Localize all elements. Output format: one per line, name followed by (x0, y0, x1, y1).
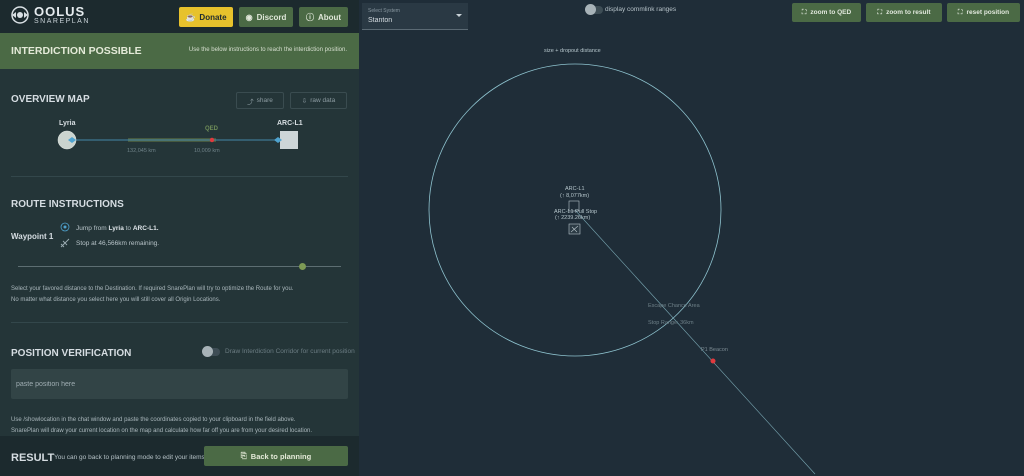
share-icon: ⤴ (247, 98, 254, 106)
pull-stop-dist: (↑ 2239.26km) (555, 215, 591, 221)
map-view[interactable]: size + dropout distance ARC-L1 (↑ 8,077k… (359, 0, 1024, 476)
commlink-toggle[interactable] (585, 4, 603, 15)
reset-label: reset position (966, 9, 1010, 16)
top-bar: OOLUS SNAREPLAN ☕ Donate ◉ Discord ⓘ Abo… (0, 0, 359, 33)
zoom-qed-button[interactable]: ⛶ zoom to QED (792, 3, 861, 22)
route-help-1: Select your favored distance to the Dest… (11, 286, 294, 292)
waypoint-label: Waypoint 1 (11, 232, 54, 241)
expand-icon: ⛶ (877, 8, 883, 16)
divider (11, 176, 348, 177)
select-value: Stanton (368, 17, 393, 24)
distance-slider[interactable] (18, 263, 341, 270)
app-root: OOLUS SNAREPLAN ☕ Donate ◉ Discord ⓘ Abo… (0, 0, 1024, 476)
toggle-knob (585, 4, 596, 15)
corridor-toggle-label: Draw Interdiction Corridor for current p… (225, 348, 355, 355)
back-icon: ⎘ (240, 451, 247, 460)
result-bar: RESULT You can go back to planning mode … (0, 436, 359, 476)
overview-title: OVERVIEW MAP (11, 94, 90, 105)
arc-dist-label: (↑ 8,077km) (560, 193, 590, 199)
jump-from: Lyria (108, 225, 124, 232)
result-note: You can go back to planning mode to edit… (54, 454, 207, 461)
jump-to: ARC-L1. (132, 225, 159, 232)
circle-label: size + dropout distance (544, 48, 601, 54)
share-button[interactable]: ⤴ share (236, 92, 284, 109)
raw-data-button[interactable]: ⇩ raw data (290, 92, 347, 109)
beacon-point (710, 358, 716, 364)
zoom-result-label: zoom to result (886, 9, 931, 16)
toggle-knob (202, 346, 213, 357)
route-help-2: No matter what distance you select here … (11, 297, 221, 303)
slider-handle[interactable] (298, 263, 306, 270)
distance-right: 10,009 km (194, 148, 220, 154)
discord-label: Discord (256, 12, 287, 22)
coffee-icon: ☕ (185, 12, 196, 22)
expand-icon: ⛶ (801, 8, 807, 16)
corridor-toggle[interactable] (202, 346, 220, 357)
back-label: Back to planning (250, 451, 312, 461)
beacon-label: P1 Beacon (701, 347, 728, 353)
system-select[interactable]: Select System Stanton (362, 3, 468, 30)
raw-data-label: raw data (310, 97, 336, 104)
map-canvas[interactable] (359, 0, 1024, 476)
ship-icon (60, 238, 70, 248)
info-icon: ⓘ (305, 12, 314, 22)
download-icon: ⇩ (301, 97, 308, 105)
app-logo[interactable]: OOLUS SNAREPLAN (10, 5, 90, 25)
status-banner: INTERDICTION POSSIBLE Use the below inst… (0, 33, 359, 69)
banner-title: INTERDICTION POSSIBLE (11, 45, 142, 57)
distance-left: 132,045 km (127, 148, 156, 154)
chevron-down-icon (456, 14, 462, 17)
left-panel: OOLUS SNAREPLAN ☕ Donate ◉ Discord ⓘ Abo… (0, 0, 359, 476)
qed-point (209, 137, 215, 143)
jump-prefix: Jump from (76, 225, 107, 232)
reset-position-button[interactable]: ⛶ reset position (947, 3, 1020, 22)
destination-body (280, 131, 298, 149)
overview-map (57, 130, 298, 150)
slider-track (18, 266, 341, 267)
discord-button[interactable]: ◉ Discord (239, 7, 293, 27)
zoom-result-button[interactable]: ⛶ zoom to result (866, 3, 942, 22)
stop-instruction: Stop at 46,566km remaining. (76, 240, 160, 247)
result-title: RESULT (11, 452, 55, 464)
verification-help-1: Use /showlocation in the chat window and… (11, 417, 296, 423)
discord-icon: ◉ (245, 12, 253, 22)
interdiction-line (574, 209, 816, 475)
select-caption: Select System (368, 8, 400, 14)
jump-instruction: Jump from Lyria to ARC-L1. (76, 225, 159, 232)
divider (11, 322, 348, 323)
jump-icon (60, 222, 70, 232)
arc-name-label: ARC-L1 (565, 186, 585, 192)
logo-subtitle: SNAREPLAN (34, 18, 90, 25)
about-label: About (317, 12, 342, 22)
logo-title: OOLUS (34, 4, 86, 19)
banner-note: Use the below instructions to reach the … (188, 47, 347, 53)
zoom-qed-label: zoom to QED (810, 9, 852, 16)
donate-button[interactable]: ☕ Donate (179, 7, 233, 27)
route-title: ROUTE INSTRUCTIONS (11, 199, 124, 210)
verification-title: POSITION VERIFICATION (11, 348, 132, 359)
position-input[interactable] (11, 369, 348, 399)
expand-icon: ⛶ (957, 8, 963, 16)
back-to-planning-button[interactable]: ⎘ Back to planning (204, 446, 348, 466)
about-button[interactable]: ⓘ About (299, 7, 348, 27)
logo-icon (11, 6, 29, 24)
commlink-label: display commlink ranges (605, 6, 677, 13)
donate-label: Donate (199, 12, 227, 22)
share-label: share (256, 97, 273, 104)
jump-to-word: to (125, 225, 132, 232)
range-label: Stop Range: 36km (648, 320, 694, 326)
escape-label: Escape Chance Area (648, 303, 700, 309)
